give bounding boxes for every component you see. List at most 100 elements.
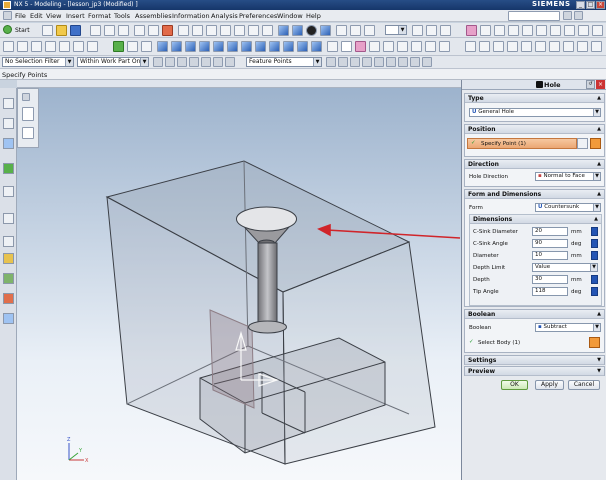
delete-icon[interactable] [162,25,173,36]
depth-limit-dropdown[interactable]: Value ▼ [532,263,598,272]
trim-body-icon[interactable] [255,41,266,52]
revolve-icon[interactable] [494,25,505,36]
orient-view-icon[interactable] [292,25,303,36]
fit-view-icon[interactable] [192,25,203,36]
form-header[interactable]: Form and Dimensions ▲ [465,190,604,199]
ruled-surface-icon[interactable] [493,41,504,52]
system-scenes-icon[interactable] [3,293,14,304]
tip-angle-spinner[interactable] [591,287,598,296]
offset-curve-icon[interactable] [383,41,394,52]
assembly-icon[interactable] [113,41,124,52]
curve-icon[interactable] [355,41,366,52]
pad-icon[interactable] [564,25,575,36]
control-point-icon[interactable] [362,57,372,67]
start-icon[interactable] [3,25,12,34]
cancel-button[interactable]: Cancel [568,380,600,390]
start-button[interactable]: Start [15,27,30,34]
constraint-icon[interactable] [141,41,152,52]
join-curve-icon[interactable] [439,41,450,52]
curve-rule-icon[interactable] [177,57,187,67]
sew-icon[interactable] [521,41,532,52]
snap-view-icon[interactable] [3,41,14,52]
ok-button[interactable]: OK [501,380,528,390]
quick-pick-icon[interactable] [225,57,235,67]
circle-icon[interactable] [45,41,56,52]
csink-diameter-input[interactable]: 20 [532,227,568,236]
draft-icon[interactable] [311,41,322,52]
point-icon[interactable] [73,41,84,52]
roles-icon[interactable] [3,273,14,284]
hole-feature-icon[interactable] [522,25,533,36]
work-layer-icon[interactable] [350,25,361,36]
intersection-point-icon[interactable] [374,57,384,67]
rotate-icon[interactable] [234,25,245,36]
pan-icon[interactable] [248,25,259,36]
edge-blend-icon[interactable] [269,41,280,52]
select-body-label[interactable]: Select Body (1) [478,340,520,346]
more-icon[interactable] [591,41,602,52]
menu-insert[interactable]: Insert [66,12,85,20]
layer-settings-icon[interactable] [336,25,347,36]
csink-diameter-spinner[interactable] [591,227,598,236]
depth-spinner[interactable] [591,275,598,284]
dimensions-header[interactable]: Dimensions ▲ [470,215,601,224]
spline-icon[interactable] [369,41,380,52]
offset-surface-icon[interactable] [535,41,546,52]
shaded-view-icon[interactable] [278,25,289,36]
specify-point-row[interactable]: ✓ Specify Point (1) [467,138,577,149]
menu-view[interactable]: View [46,12,61,20]
swept-icon[interactable] [507,41,518,52]
reuse-library-icon[interactable] [3,163,14,174]
sphere-icon[interactable] [199,41,210,52]
chamfer-icon[interactable] [283,41,294,52]
menu-format[interactable]: Format [88,12,111,20]
show-hide-icon[interactable] [364,25,375,36]
menu-window[interactable]: Window [277,12,303,20]
web-browser-icon[interactable] [3,186,14,197]
diameter-spinner[interactable] [591,251,598,260]
through-curves-icon[interactable] [479,41,490,52]
point-dialog-icon[interactable] [590,138,601,149]
hole-direction-dropdown[interactable]: ▪ Normal to Face ▼ [535,172,601,181]
palette-icon[interactable] [3,253,14,264]
preview-header[interactable]: Preview ▼ [465,367,604,376]
cylinder-icon[interactable] [171,41,182,52]
perspective-icon[interactable] [262,25,273,36]
nav-back-icon[interactable] [563,11,572,20]
repeat-command-icon[interactable] [178,25,189,36]
intersect-icon[interactable] [241,41,252,52]
datum-plane-icon[interactable] [508,25,519,36]
history-icon[interactable] [3,213,14,224]
measure-icon[interactable] [440,25,451,36]
zoom-in-out-icon[interactable] [220,25,231,36]
command-finder-input[interactable] [508,11,560,21]
menu-tools[interactable]: Tools [114,12,130,20]
deselect-icon[interactable] [213,57,223,67]
sketch-section-icon[interactable] [577,138,588,149]
menu-information[interactable]: Information [172,12,210,20]
part-navigator-icon[interactable] [3,138,14,149]
color-dropdown[interactable]: ▼ [385,25,407,35]
tip-angle-input[interactable]: 118 [532,287,568,296]
point-on-curve-icon[interactable] [422,57,432,67]
snap-point-dropdown[interactable]: Feature Points ▼ [246,57,322,67]
subtract-icon[interactable] [227,41,238,52]
entire-assembly-icon[interactable] [165,57,175,67]
quadrant-point-icon[interactable] [398,57,408,67]
arc-center-icon[interactable] [386,57,396,67]
shell-icon[interactable] [297,41,308,52]
depth-input[interactable]: 30 [532,275,568,284]
menu-preferences[interactable]: Preferences [239,12,277,20]
reset-button[interactable]: ↺ [586,80,595,89]
point-set-icon[interactable] [465,41,476,52]
analysis-icon[interactable] [577,41,588,52]
existing-point-icon[interactable] [410,57,420,67]
minimize-button[interactable]: _ [576,1,585,9]
system-materials-icon[interactable] [3,236,14,247]
cut-icon[interactable] [90,25,101,36]
csink-angle-input[interactable]: 90 [532,239,568,248]
redo-icon[interactable] [148,25,159,36]
visual-report-icon[interactable] [3,313,14,324]
undo-icon[interactable] [134,25,145,36]
zoom-icon[interactable] [206,25,217,36]
